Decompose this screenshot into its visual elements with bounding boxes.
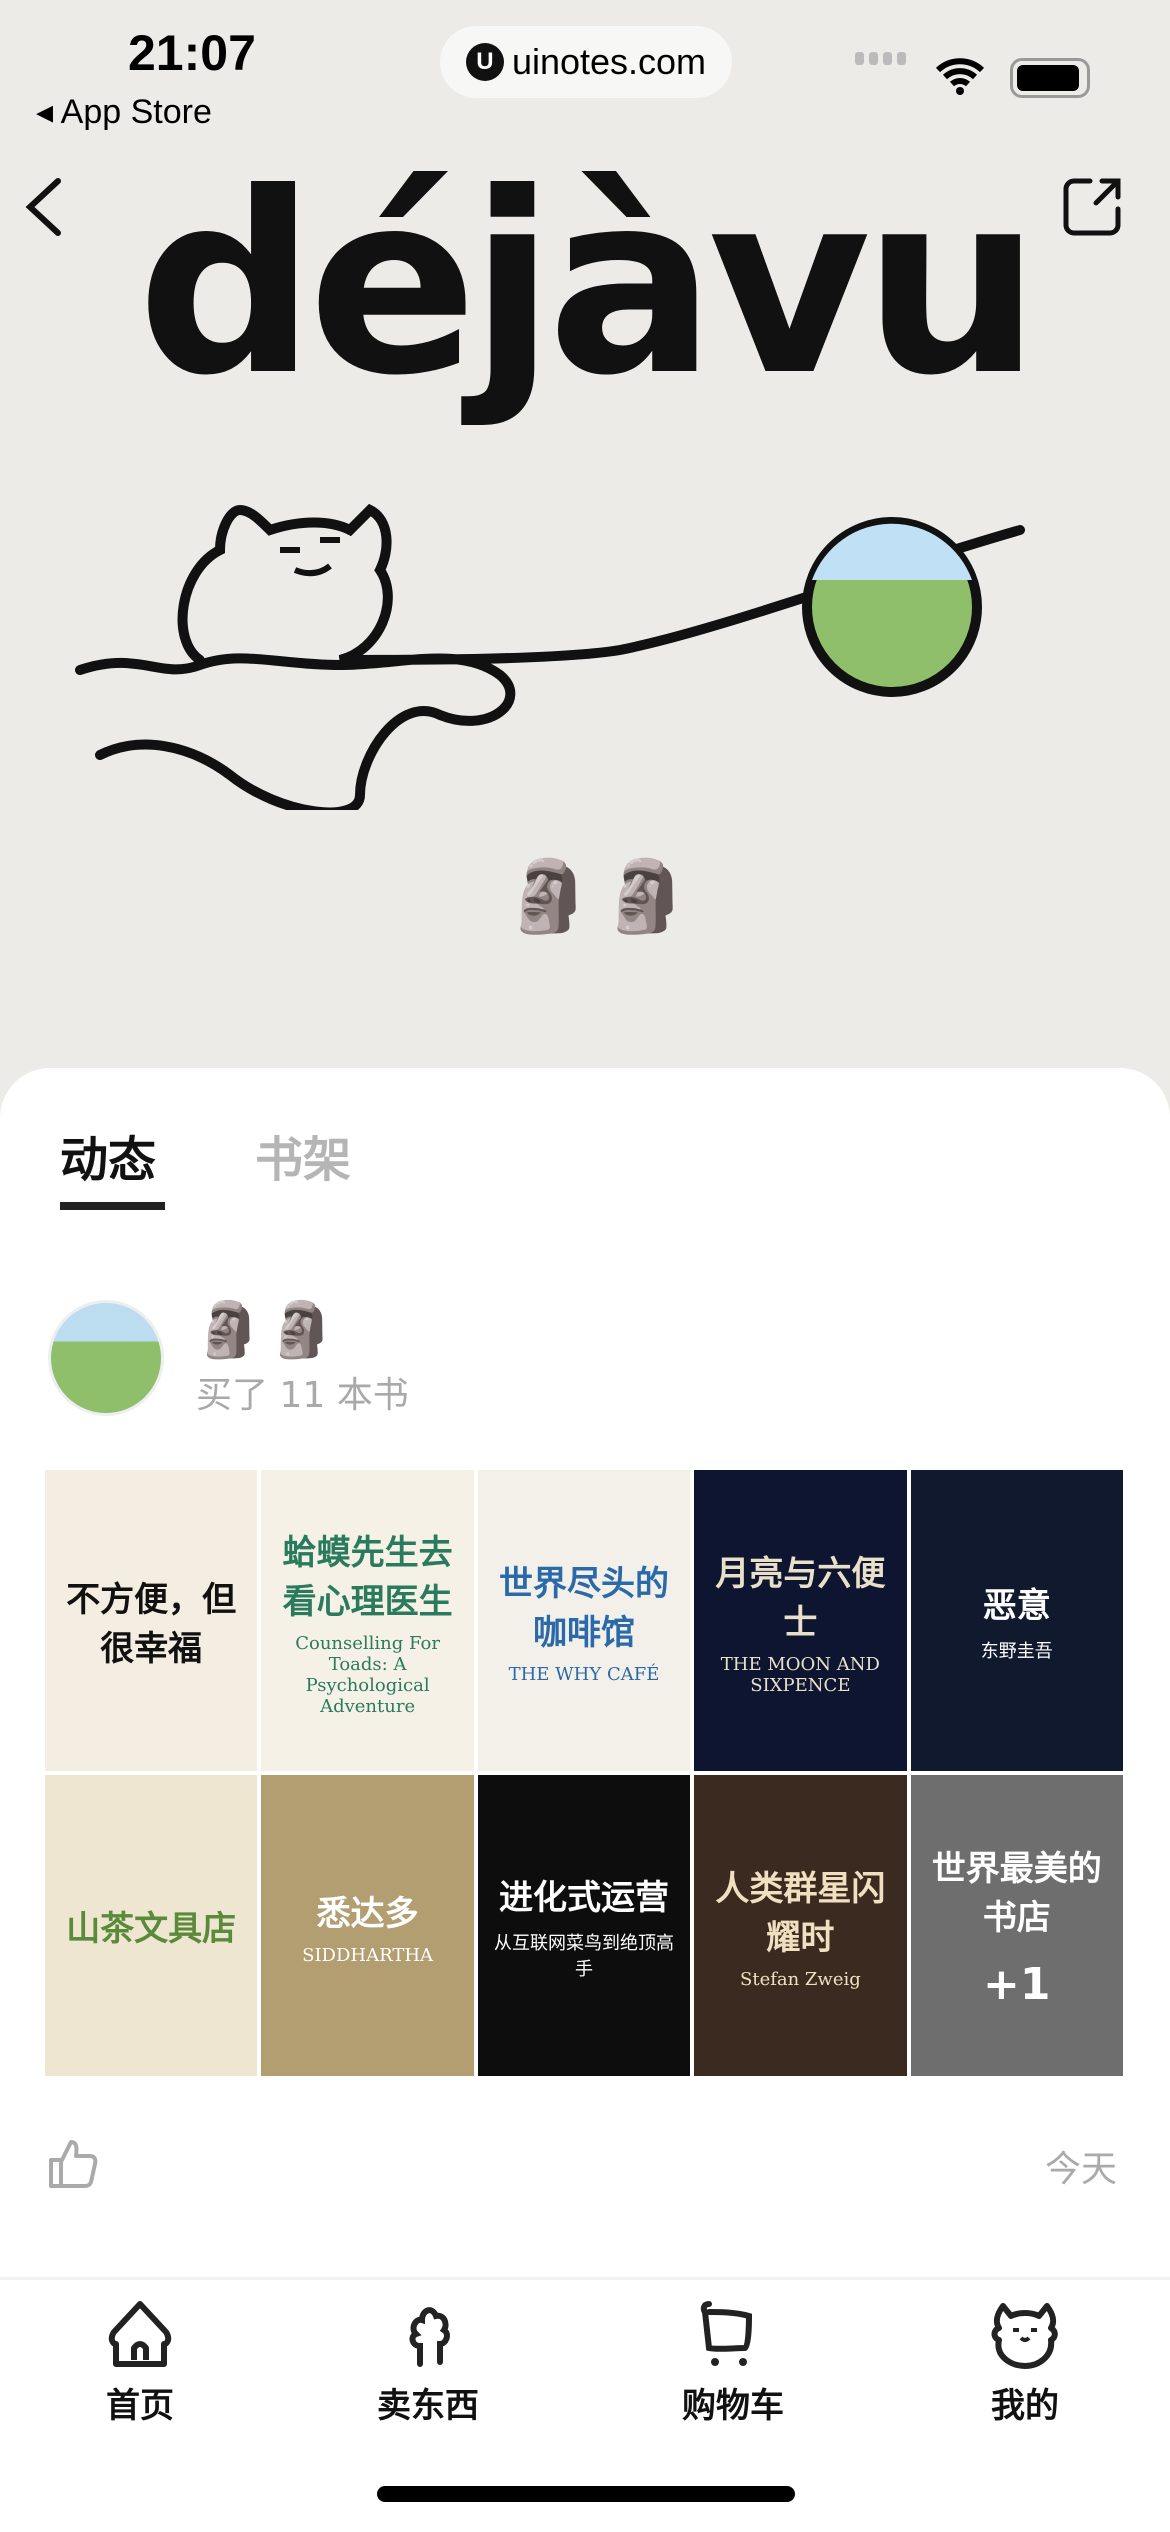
book-cover[interactable]: 世界尽头的咖啡馆 THE WHY CAFÉ	[477, 1470, 691, 1771]
nav-cart-label: 购物车	[682, 2386, 784, 2426]
book-subtitle: Stefan Zweig	[740, 1969, 861, 1990]
battery-icon	[1010, 58, 1090, 98]
tab-feed[interactable]: 动态	[60, 1120, 156, 1190]
signal-icon	[855, 52, 906, 65]
book-subtitle: THE MOON AND SIXPENCE	[720, 1653, 880, 1696]
book-title: 月亮与六便士	[715, 1553, 886, 1643]
book-title: 进化式运营	[498, 1878, 669, 1918]
book-title: 悉达多	[316, 1893, 419, 1934]
nav-sell[interactable]: 卖东西	[328, 2300, 528, 2427]
back-to-app-store[interactable]: ◂ App Store	[36, 92, 212, 132]
tab-bookshelf[interactable]: 书架	[255, 1120, 351, 1190]
book-cover[interactable]: 悉达多 SIDDHARTHA	[261, 1775, 474, 2076]
tree-icon	[409, 2307, 450, 2367]
status-time: 21:07	[128, 25, 256, 81]
avatar[interactable]	[48, 1300, 164, 1416]
book-subtitle: 东野圭吾	[980, 1641, 1053, 1662]
wifi-icon	[935, 58, 985, 95]
profile-title: déjàvu	[137, 139, 1041, 430]
more-books-count: +1	[983, 1959, 1051, 2010]
active-tab-indicator	[60, 1202, 165, 1210]
nav-sell-label: 卖东西	[377, 2386, 479, 2426]
book-cover[interactable]: 恶意 东野圭吾	[910, 1470, 1123, 1771]
site-logo-icon: U	[465, 43, 504, 81]
book-subtitle: 从互联网菜鸟到绝顶高手	[493, 1933, 674, 1980]
book-cover[interactable]: 月亮与六便士 THE MOON AND SIXPENCE	[694, 1470, 907, 1771]
book-title: 恶意	[982, 1586, 1051, 1626]
book-cover[interactable]: 人类群星闪耀时 Stefan Zweig	[694, 1775, 907, 2076]
book-title: 蛤蟆先生去看心理医生	[282, 1532, 453, 1622]
nav-home-label: 首页	[106, 2386, 174, 2426]
cat-face-icon	[991, 2303, 1058, 2369]
book-title: 人类群星闪耀时	[715, 1869, 886, 1958]
nav-cart[interactable]: 购物车	[633, 2300, 833, 2427]
book-title: 不方便，但很幸福	[66, 1579, 237, 1669]
cart-icon	[700, 2301, 753, 2366]
url-text: uinotes.com	[511, 41, 707, 82]
home-indicator	[377, 2486, 795, 2502]
book-title: 世界尽头的咖啡馆	[498, 1564, 669, 1653]
book-cover[interactable]: 进化式运营从互联网菜鸟到绝顶高手	[477, 1775, 691, 2076]
url-pill[interactable]: Uuinotes.com	[440, 26, 732, 98]
book-title: 山茶文具店	[66, 1909, 237, 1949]
like-icon[interactable]	[45, 2136, 101, 2192]
post-time: 今天	[1045, 2149, 1118, 2190]
book-cover[interactable]: 蛤蟆先生去看心理医生 Counselling For Toads: A Psych…	[261, 1470, 474, 1771]
cat-illustration	[75, 503, 1025, 810]
book-cover[interactable]: 不方便，但很幸福	[45, 1470, 258, 1771]
nav-me-label: 我的	[991, 2386, 1059, 2426]
book-cover[interactable]: 世界最美的书店 +1	[910, 1775, 1123, 2076]
post-action: 买了 11 本书	[196, 1375, 409, 1416]
nav-me[interactable]: 我的	[925, 2300, 1125, 2427]
nav-home[interactable]: 首页	[40, 2300, 240, 2427]
book-grid: 不方便，但很幸福 蛤蟆先生去看心理医生 Counselling For Toads:…	[45, 1470, 1123, 2076]
book-cover[interactable]: 山茶文具店	[45, 1775, 258, 2076]
username-emoji: 🗿🗿	[505, 855, 700, 937]
post-username[interactable]: 🗿🗿	[195, 1298, 341, 1362]
book-subtitle: Counselling For Toads: A Psychological A…	[295, 1632, 440, 1717]
book-subtitle: SIDDHARTHA	[302, 1944, 434, 1966]
home-icon	[108, 2301, 172, 2367]
book-subtitle: THE WHY CAFÉ	[508, 1664, 660, 1685]
back-app-label: App Store	[60, 93, 212, 131]
book-title: 世界最美的书店	[931, 1849, 1102, 1938]
